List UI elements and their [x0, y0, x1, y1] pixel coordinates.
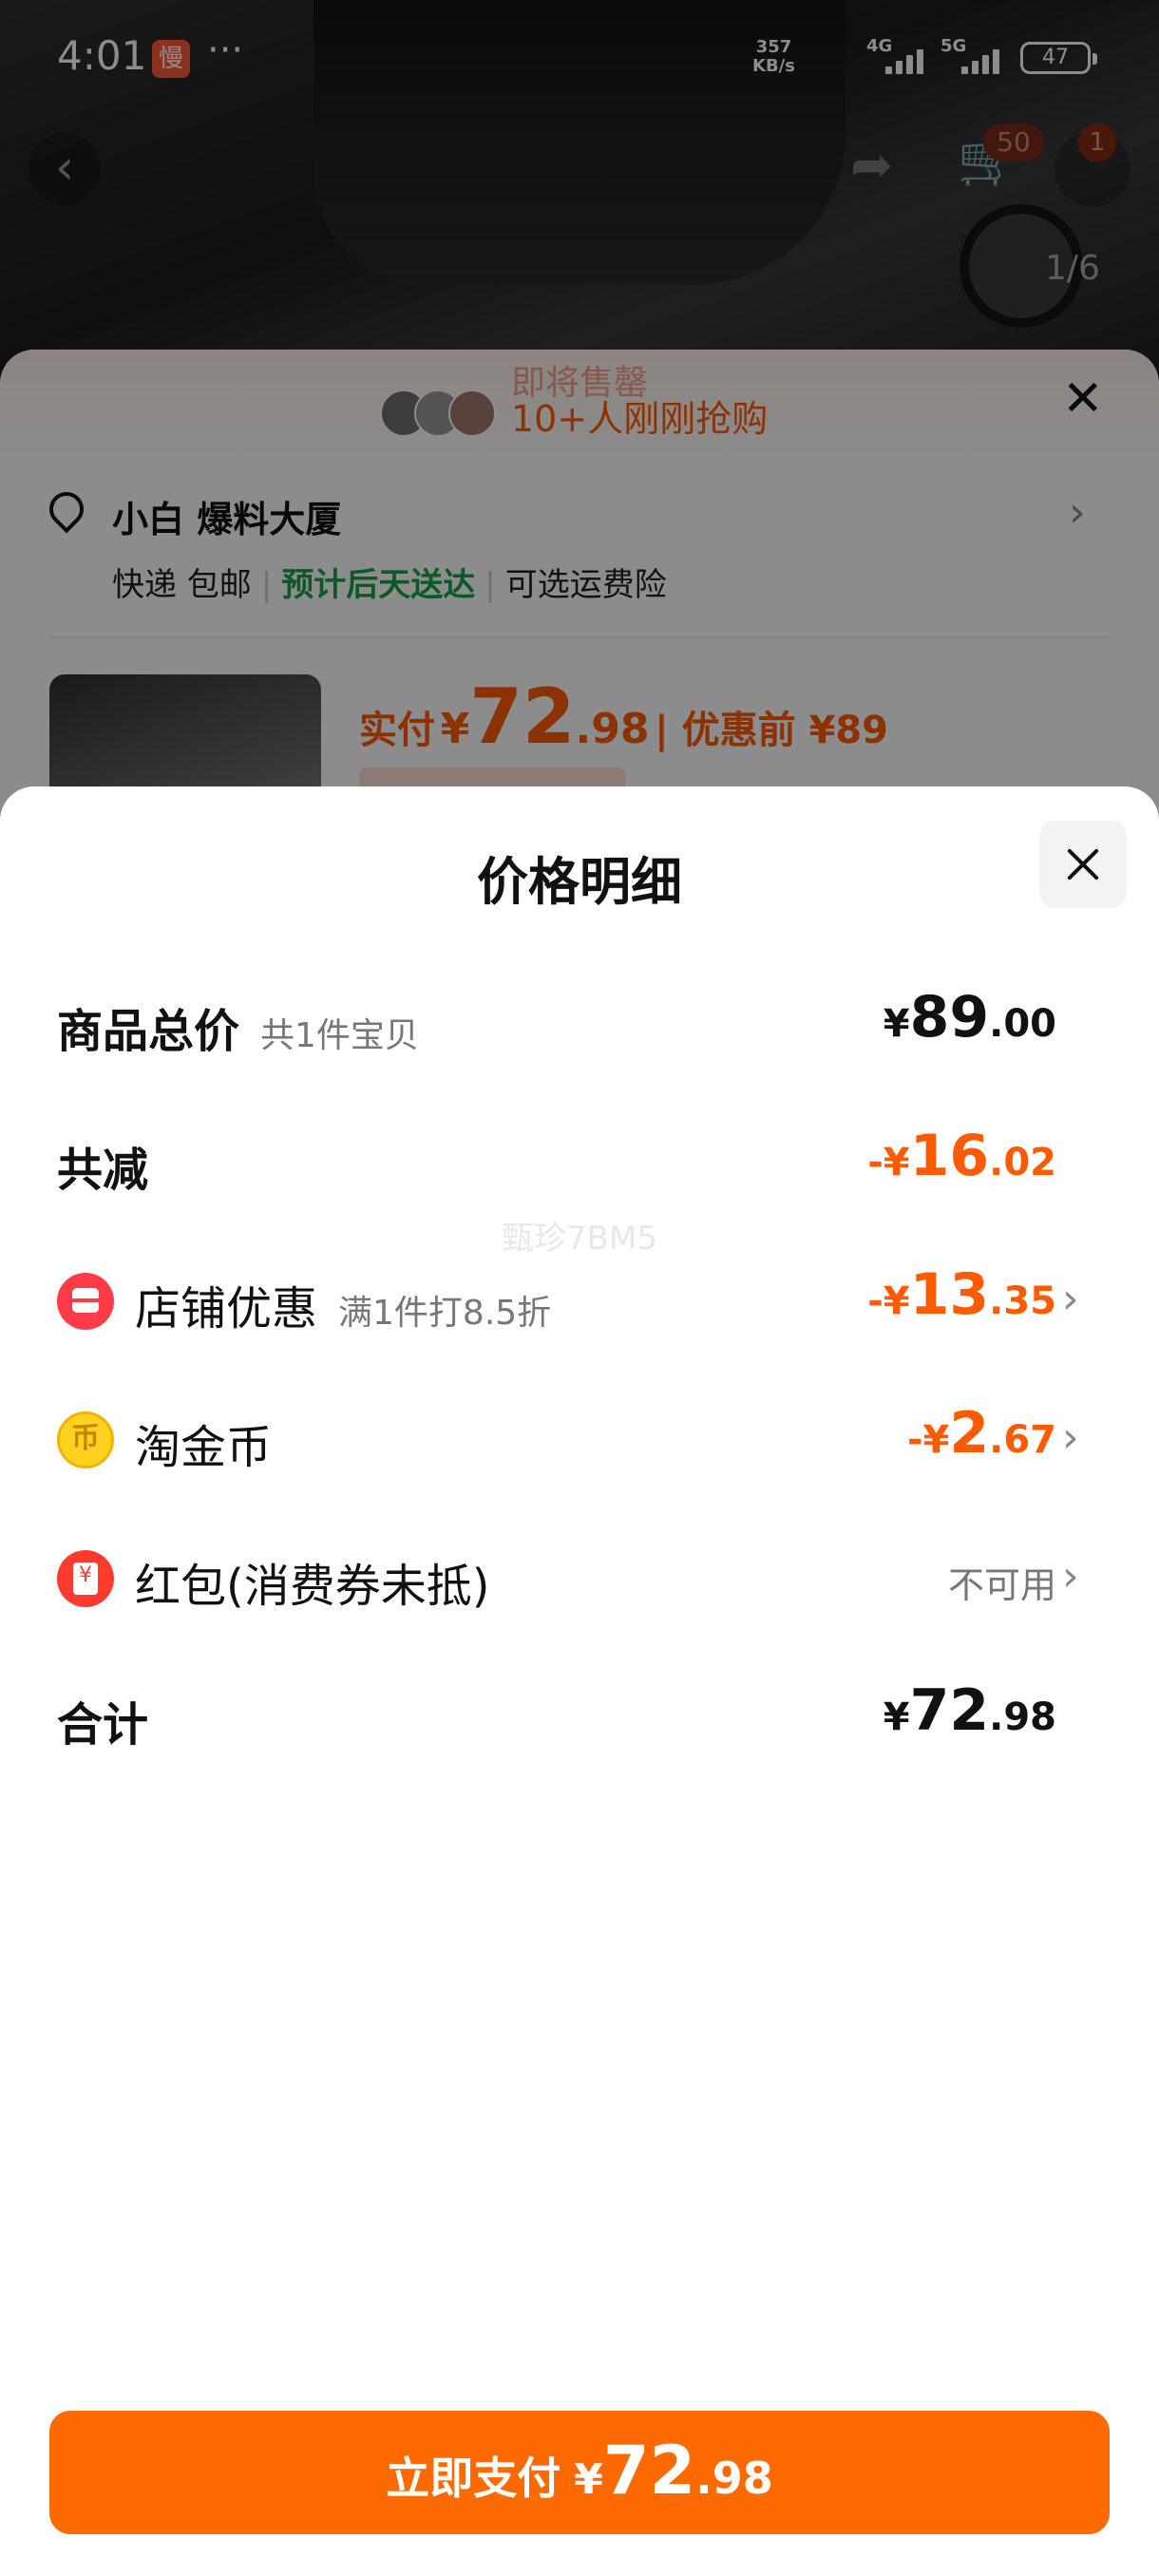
row-subtotal: 商品总价 共1件宝贝 ¥89.00: [0, 973, 1159, 1068]
row-grand-total: 合计 ¥72.98: [0, 1666, 1159, 1761]
row-amount: -¥2.67: [906, 1400, 1056, 1467]
row-label: 共减: [57, 1144, 149, 1197]
price-detail-sheet: 价格明细 甄珍7BM5 商品总价 共1件宝贝 ¥89.00 共减 -¥16.02 …: [0, 786, 1159, 2576]
sheet-title: 价格明细: [477, 852, 682, 912]
row-label: 淘金币: [135, 1421, 273, 1474]
row-red-packet[interactable]: 红包(消费券未抵) 不可用 ›: [0, 1527, 1159, 1622]
unavailable-text: 不可用: [947, 1564, 1056, 1606]
row-taojinbi[interactable]: 币 淘金币 -¥2.67 ›: [0, 1389, 1159, 1484]
row-label: 合计: [57, 1698, 149, 1752]
row-shop-discount[interactable]: 店铺优惠 满1件打8.5折 -¥13.35 ›: [0, 1250, 1159, 1345]
coin-icon: 币: [57, 1411, 114, 1468]
red-packet-icon: [57, 1550, 114, 1607]
pay-now-button[interactable]: 立即支付 ¥72.98: [49, 2411, 1110, 2534]
chevron-right-icon: ›: [1062, 1275, 1079, 1323]
row-amount: ¥72.98: [883, 1677, 1056, 1744]
chevron-right-icon: ›: [1062, 1413, 1079, 1462]
row-amount: ¥89.00: [883, 984, 1056, 1051]
row-label: 商品总价 共1件宝贝: [57, 1005, 419, 1058]
row-label: 店铺优惠 满1件打8.5折: [135, 1282, 552, 1335]
row-total-discount: 共减 -¥16.02: [0, 1111, 1159, 1206]
row-label: 红包(消费券未抵): [135, 1560, 490, 1613]
chevron-right-icon: ›: [1062, 1552, 1079, 1601]
shop-icon: [57, 1273, 114, 1330]
row-amount: -¥16.02: [867, 1123, 1056, 1189]
row-amount: -¥13.35: [867, 1261, 1056, 1328]
close-button[interactable]: [1039, 821, 1127, 908]
